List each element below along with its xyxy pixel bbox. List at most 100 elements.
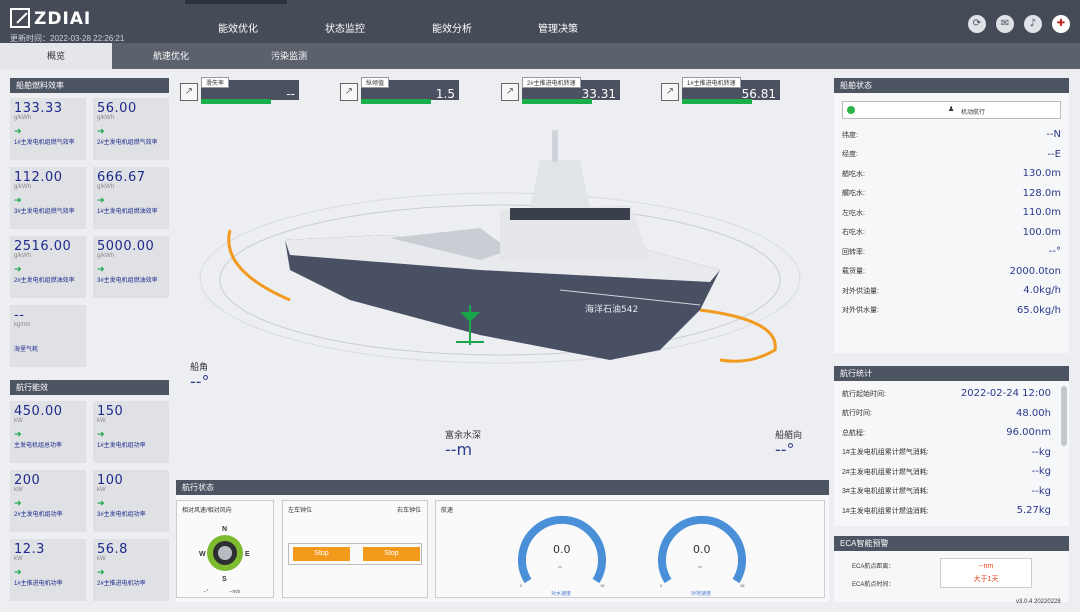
ground-speed-label: 对地速度 — [691, 590, 711, 597]
wind-compass: N S W E --° --m/s — [199, 526, 250, 595]
info-key: 3#主发电机组累计燃气消耗: — [842, 488, 929, 496]
tab-speed-optimization[interactable]: 航速优化 — [112, 43, 230, 69]
eca-distance-value: --nm — [978, 563, 994, 570]
info-value: 48.00h — [1016, 407, 1051, 419]
arrow-right-icon: ➜ — [14, 265, 22, 275]
chart-icon[interactable]: ↗ — [661, 83, 679, 101]
info-row: 艉吃水: 128.0m — [834, 184, 1069, 204]
info-key: 1#主发电机组累计燃油消耗: — [842, 507, 929, 515]
info-key: 艉吃水: — [842, 190, 865, 198]
tag-value: 1.5 — [435, 87, 455, 101]
arrow-right-icon: ➜ — [97, 265, 105, 275]
panel-title: ECA智能预警 — [834, 536, 1069, 551]
uk-flag-icon[interactable]: ✚ — [1052, 15, 1070, 33]
metric-label: 主发电机组总功率 — [14, 443, 63, 449]
metric-label: 2#主发电机组燃气效率 — [97, 140, 158, 146]
ground-speed-unit: kn — [698, 564, 702, 569]
metric-card: 666.67 g/kWh ➜ 1#主发电机组燃油效率 — [93, 167, 169, 229]
eca-time-label: ECA航点时间： — [852, 582, 895, 588]
metric-value: 133.33 — [14, 101, 63, 116]
metric-value: 5000.00 — [97, 239, 155, 254]
info-row: 航行时间: 48.00h — [834, 404, 1059, 424]
info-row: 总航程: 96.00nm — [834, 423, 1059, 443]
metric-label: 2#主发电机组功率 — [14, 512, 63, 518]
info-key: 回转率: — [842, 248, 865, 256]
tag-label: 滑失率 — [201, 77, 230, 88]
info-row: 1#主发电机组累计燃气消耗: --kg — [834, 443, 1059, 463]
arrow-right-icon: ➜ — [97, 127, 105, 137]
right-throttle-stop-button[interactable]: Stop — [363, 547, 420, 561]
wind-box: 相对风速/相对风向 N S W E --° --m/s — [176, 500, 274, 598]
volume-icon[interactable]: ♪ — [1024, 15, 1042, 33]
info-value: 5.27kg — [1016, 505, 1051, 517]
metric-label: 1#主推进电机功率 — [14, 581, 63, 587]
arrow-right-icon: ➜ — [14, 499, 22, 509]
metric-label: 海里气耗 — [14, 347, 39, 353]
panel-title: 船舶状态 — [834, 78, 1069, 93]
orbit-arc — [699, 308, 777, 363]
tab-overview[interactable]: 概览 — [0, 43, 112, 69]
trim-tag: ↗ 纵倾值 1.5 — [340, 77, 460, 104]
metric-card: 56.00 g/kWh ➜ 2#主发电机组燃气效率 — [93, 98, 169, 160]
throttle-box: 左车钟位 右车钟位 Stop Stop — [282, 500, 428, 598]
chart-icon[interactable]: ↗ — [180, 83, 198, 101]
compass-s: S — [222, 576, 227, 583]
scrollbar[interactable] — [1061, 386, 1067, 446]
nav-highlight — [185, 0, 287, 4]
panel-title: 航行状态 — [176, 480, 829, 495]
metric-value: 150 — [97, 404, 124, 419]
water-speed-max: 18 — [600, 583, 605, 588]
metric-card: 5000.00 g/kWh ➜ 3#主发电机组燃油效率 — [93, 236, 169, 298]
info-key: 对外供水量: — [842, 307, 879, 315]
arrow-right-icon: ➜ — [97, 568, 105, 578]
water-speed-min: 0 — [520, 583, 523, 588]
tag-label: 2#主推进电机转速 — [522, 77, 581, 88]
metric-label: 2#主推进电机功率 — [97, 581, 146, 587]
arrow-right-icon: ➜ — [97, 196, 105, 206]
tag-bar — [682, 99, 752, 104]
chart-icon[interactable]: ↗ — [501, 83, 519, 101]
info-row: 对外供水量: 65.0kg/h — [834, 301, 1069, 321]
info-value: 130.0m — [1022, 168, 1061, 180]
nav-energy-analysis[interactable]: 能效分析 — [432, 20, 472, 35]
metric-value: 666.67 — [97, 170, 146, 185]
info-key: 1#主发电机组累计燃气消耗: — [842, 449, 929, 457]
left-throttle-stop-button[interactable]: Stop — [293, 547, 350, 561]
mail-icon[interactable]: ✉ — [996, 15, 1014, 33]
info-key: 航行起始时间: — [842, 390, 886, 398]
nav-status-panel: 航行状态 相对风速/相对风向 N S W E --° --m/s 左车钟位 右车… — [176, 480, 829, 602]
water-speed-unit: kn — [558, 564, 562, 569]
chart-icon[interactable]: ↗ — [340, 83, 358, 101]
metric-card: 100 kW ➜ 3#主发电机组功率 — [93, 470, 169, 532]
panel-title: 航行能效 — [10, 380, 169, 395]
compass-n: N — [222, 526, 227, 533]
arrow-right-icon: ➜ — [14, 196, 22, 206]
water-speed-value: 0.0 — [553, 543, 571, 556]
info-value: 2022-02-24 12:00 — [960, 388, 1051, 400]
status-dot-icon — [847, 106, 855, 114]
metric-label: 1#主发电机组燃气效率 — [14, 140, 75, 146]
value-box: 纵倾值 1.5 — [361, 77, 459, 104]
nav-energy-optimization[interactable]: 能效优化 — [218, 20, 258, 35]
nav-management-decision[interactable]: 管理决策 — [538, 20, 578, 35]
arrow-right-icon: ➜ — [97, 430, 105, 440]
tab-pollution-monitor[interactable]: 污染监测 — [230, 43, 348, 69]
info-row: 载货量: 2000.0ton — [834, 262, 1069, 282]
value-box: 滑失率 -- — [201, 77, 299, 104]
refresh-icon[interactable]: ⟳ — [968, 15, 986, 33]
metric-value: 112.00 — [14, 170, 63, 185]
depth-value: --m — [445, 440, 473, 459]
logo-mark-icon — [10, 8, 30, 28]
info-value: 2000.0ton — [1009, 265, 1061, 277]
ship-name: 海洋石油542 — [585, 303, 638, 315]
info-value: --kg — [1031, 485, 1051, 497]
motor2-speed-tag: ↗ 2#主推进电机转速 33.31 — [501, 77, 621, 104]
info-row: 经度: --E — [834, 145, 1069, 165]
arrow-right-icon: ➜ — [14, 430, 22, 440]
info-key: 航行时间: — [842, 410, 872, 418]
metric-card: 200 kW ➜ 2#主发电机组功率 — [10, 470, 86, 532]
nav-status-monitor[interactable]: 状态监控 — [325, 20, 365, 35]
value-box: 1#主推进电机转速 56.81 — [682, 77, 780, 104]
info-value: --kg — [1031, 466, 1051, 478]
